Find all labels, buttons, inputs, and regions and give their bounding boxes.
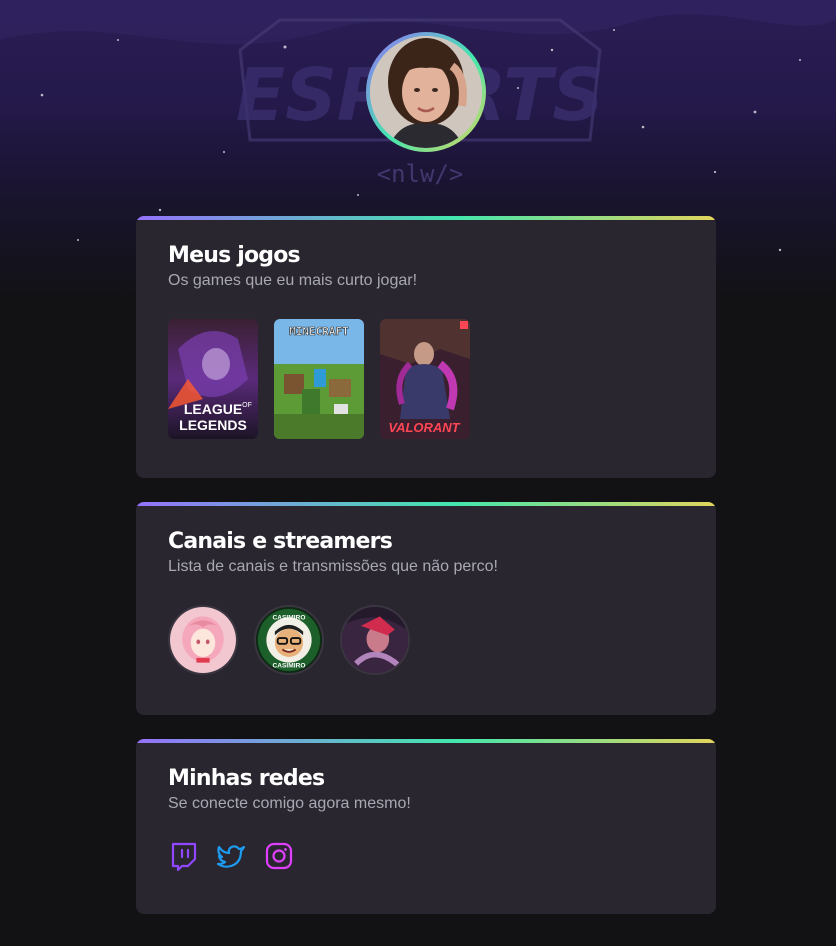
svg-text:CASIMIRO: CASIMIRO [273, 662, 306, 669]
games-card-subtitle: Os games que eu mais curto jogar! [168, 272, 418, 289]
streamer-lol-avatar[interactable] [340, 605, 410, 675]
socials-card-subtitle: Se conecte comigo agora mesmo! [168, 795, 411, 812]
games-card: Meus jogos Os games que eu mais curto jo… [136, 216, 716, 478]
svg-text:CASIMIRO: CASIMIRO [273, 614, 306, 621]
svg-text:MINECRAFT: MINECRAFT [289, 325, 349, 338]
streamers-card: Canais e streamers Lista de canais e tra… [136, 502, 716, 715]
svg-text:LEAGUE: LEAGUE [184, 401, 242, 417]
svg-text:VALORANT: VALORANT [388, 420, 460, 435]
games-card-title: Meus jogos [168, 243, 301, 268]
games-list: LEAGUE OF LEGENDS MINECRAFT VALORANT [168, 319, 470, 439]
instagram-icon[interactable] [264, 841, 294, 871]
twitch-icon[interactable] [168, 841, 198, 871]
game-valorant[interactable]: VALORANT [380, 319, 470, 439]
streamer-anime-avatar[interactable] [168, 605, 238, 675]
streamers-card-title: Canais e streamers [168, 529, 393, 554]
svg-text:<nlw/>: <nlw/> [377, 160, 464, 188]
twitter-icon[interactable] [216, 841, 246, 871]
game-league-of-legends[interactable]: LEAGUE OF LEGENDS [168, 319, 258, 439]
profile-avatar [370, 36, 482, 148]
profile-avatar-ring [366, 32, 486, 152]
svg-text:LEGENDS: LEGENDS [179, 417, 247, 433]
streamer-casimiro[interactable]: CASIMIRO CASIMIRO [254, 605, 324, 675]
streamers-card-subtitle: Lista de canais e transmissões que não p… [168, 558, 498, 575]
game-minecraft[interactable]: MINECRAFT [274, 319, 364, 439]
svg-text:OF: OF [242, 402, 252, 409]
socials-card-title: Minhas redes [168, 766, 325, 791]
social-links [168, 841, 294, 871]
streamers-list: CASIMIRO CASIMIRO [168, 605, 410, 675]
socials-card: Minhas redes Se conecte comigo agora mes… [136, 739, 716, 914]
